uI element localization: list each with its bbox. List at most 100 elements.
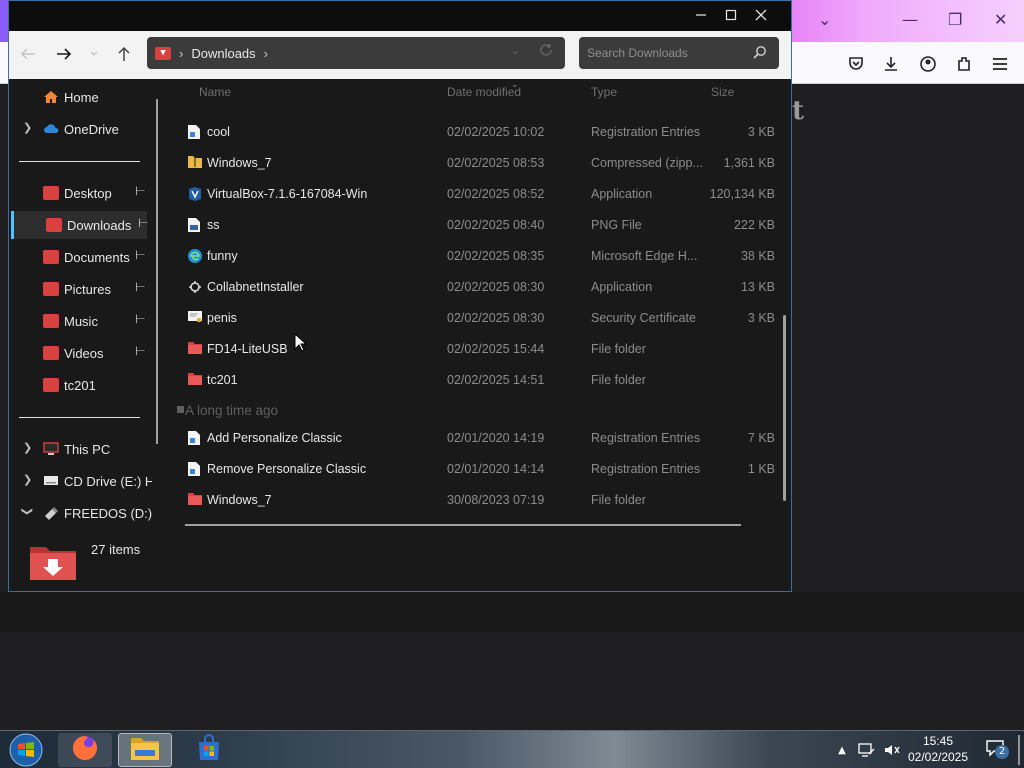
column-header-date[interactable]: Date modified — [447, 85, 521, 99]
back-button[interactable] — [15, 41, 41, 67]
pin-icon[interactable]: ⊢ — [138, 216, 148, 230]
file-row[interactable]: Remove Personalize Classic 02/01/2020 14… — [185, 456, 775, 482]
system-clock[interactable]: 15:45 02/02/2025 — [902, 733, 974, 765]
file-row[interactable]: CollabnetInstaller 02/02/2025 08:30 Appl… — [185, 274, 775, 300]
search-box[interactable]: Search Downloads — [579, 37, 779, 69]
sidebar-item-label: tc201 — [64, 378, 96, 393]
refresh-icon[interactable] — [539, 43, 553, 60]
sidebar-item-videos[interactable]: Videos ⊢ — [11, 339, 147, 367]
file-row[interactable]: cool 02/02/2025 10:02 Registration Entri… — [185, 119, 775, 145]
minimize-button[interactable] — [686, 1, 716, 29]
sidebar-item-label: CD Drive (E:) HB — [64, 474, 152, 489]
browser-close-icon[interactable]: ✕ — [994, 10, 1007, 29]
vertical-scrollbar[interactable] — [783, 315, 786, 501]
desktop-folder-icon — [43, 186, 59, 200]
sidebar-item-pictures[interactable]: Pictures ⊢ — [11, 275, 147, 303]
documents-folder-icon — [43, 250, 59, 264]
column-header-name[interactable]: Name — [199, 85, 231, 99]
pin-icon[interactable]: ⊢ — [135, 248, 145, 262]
volume-muted-icon[interactable] — [882, 731, 902, 768]
column-header-size[interactable]: Size — [711, 85, 734, 99]
show-desktop-button[interactable] — [1018, 735, 1020, 765]
network-icon[interactable] — [856, 731, 878, 768]
file-row[interactable]: funny 02/02/2025 08:35 Microsoft Edge H.… — [185, 243, 775, 269]
file-row[interactable]: Windows_7 30/08/2023 07:19 File folder — [185, 487, 775, 513]
file-row[interactable]: penis 02/02/2025 08:30 Security Certific… — [185, 305, 775, 331]
taskbar-microsoft-store[interactable] — [182, 733, 236, 767]
sidebar-scrollbar[interactable] — [156, 99, 158, 444]
chevron-right-icon[interactable]: ❯ — [23, 441, 32, 454]
forward-button[interactable] — [51, 41, 77, 67]
installer-icon — [187, 279, 203, 295]
file-type: Microsoft Edge H... — [591, 249, 698, 263]
browser-minimize-icon[interactable]: — — [902, 10, 918, 29]
pin-icon[interactable]: ⊢ — [135, 280, 145, 294]
file-date: 02/02/2025 08:30 — [447, 311, 545, 325]
sidebar-item-home[interactable]: Home — [11, 83, 147, 111]
up-button[interactable] — [111, 41, 137, 67]
address-toolbar: › Downloads › ⌄ Search Downloads — [9, 31, 791, 79]
pocket-icon[interactable] — [845, 53, 867, 75]
chevron-right-icon[interactable]: ❯ — [23, 473, 32, 486]
breadcrumb-separator-icon: › — [179, 45, 184, 61]
maximize-button[interactable] — [716, 1, 746, 29]
close-button[interactable] — [746, 1, 776, 29]
horizontal-scrollbar[interactable] — [185, 524, 741, 526]
sidebar-item-cd-drive[interactable]: ❯ CD Drive (E:) HB — [11, 467, 152, 495]
taskbar-firefox[interactable] — [58, 733, 112, 767]
extensions-icon[interactable] — [953, 53, 975, 75]
column-header-type[interactable]: Type — [591, 85, 617, 99]
action-center-button[interactable]: 2 — [980, 731, 1010, 768]
sidebar-item-downloads[interactable]: Downloads ⊢ — [11, 211, 148, 239]
show-hidden-icons-button[interactable]: ▲ — [834, 731, 850, 768]
file-row[interactable]: tc201 02/02/2025 14:51 File folder — [185, 367, 775, 393]
file-row[interactable]: VirtualBox-7.1.6-167084-Win 02/02/2025 0… — [185, 181, 775, 207]
pin-icon[interactable]: ⊢ — [135, 184, 145, 198]
chevron-right-icon[interactable]: ❯ — [23, 121, 32, 134]
group-collapse-icon[interactable] — [177, 406, 184, 413]
file-name: Remove Personalize Classic — [207, 462, 367, 476]
file-row[interactable]: ss 02/02/2025 08:40 PNG File 222 KB — [185, 212, 775, 238]
menu-icon[interactable] — [989, 53, 1011, 75]
file-row[interactable]: Windows_7 02/02/2025 08:53 Compressed (z… — [185, 150, 775, 176]
file-size: 1 KB — [747, 462, 775, 476]
sidebar-item-desktop[interactable]: Desktop ⊢ — [11, 179, 147, 207]
folder-icon — [187, 492, 203, 508]
taskbar-file-explorer[interactable] — [118, 733, 172, 767]
sidebar-item-label: FREEDOS (D:) — [64, 506, 153, 521]
file-name: funny — [207, 249, 238, 263]
download-icon[interactable] — [880, 53, 902, 75]
sidebar-item-this-pc[interactable]: ❯ This PC — [11, 435, 147, 463]
recent-locations-button[interactable] — [81, 41, 107, 67]
sidebar-item-freedos[interactable]: ❯ FREEDOS (D:) — [11, 499, 152, 527]
file-size: 3 KB — [747, 311, 775, 325]
account-icon[interactable] — [917, 53, 939, 75]
cd-drive-icon — [43, 474, 59, 488]
search-icon[interactable] — [753, 45, 767, 62]
onedrive-icon — [43, 122, 59, 136]
sidebar-item-music[interactable]: Music ⊢ — [11, 307, 147, 335]
search-input[interactable]: Search Downloads — [587, 46, 688, 60]
file-row[interactable]: Add Personalize Classic 02/01/2020 14:19… — [185, 425, 775, 451]
start-button[interactable] — [4, 733, 48, 767]
tab-list-chevron-icon[interactable]: ⌄ — [818, 10, 831, 29]
file-date: 02/02/2025 08:40 — [447, 218, 545, 232]
file-date: 30/08/2023 07:19 — [447, 493, 545, 507]
file-type: PNG File — [591, 218, 642, 232]
sidebar-item-label: Home — [64, 90, 99, 105]
group-header[interactable]: A long time ago — [185, 403, 278, 418]
chevron-down-icon[interactable]: ❯ — [21, 507, 34, 516]
file-list: Name Date modified Type Size ⌄ cool 02/0… — [177, 79, 789, 591]
sidebar-item-tc201[interactable]: tc201 — [11, 371, 147, 399]
pin-icon[interactable]: ⊢ — [135, 344, 145, 358]
browser-restore-icon[interactable]: ❐ — [948, 10, 962, 29]
breadcrumb-downloads[interactable]: Downloads — [191, 46, 255, 61]
pin-icon[interactable]: ⊢ — [135, 312, 145, 326]
sidebar-item-documents[interactable]: Documents ⊢ — [11, 243, 147, 271]
sidebar-item-onedrive[interactable]: ❯ OneDrive — [11, 115, 147, 143]
png-file-icon — [187, 217, 203, 233]
address-dropdown-icon[interactable]: ⌄ — [511, 44, 520, 57]
file-row[interactable]: FD14-LiteUSB 02/02/2025 15:44 File folde… — [185, 336, 775, 362]
file-date: 02/01/2020 14:19 — [447, 431, 545, 445]
address-bar[interactable]: › Downloads › ⌄ — [147, 37, 565, 69]
